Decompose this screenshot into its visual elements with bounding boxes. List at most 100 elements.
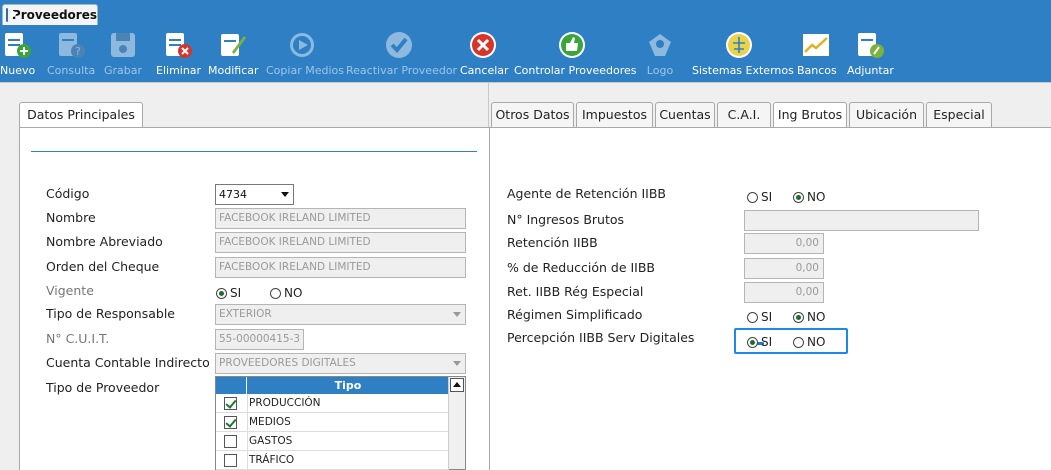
attach-icon xyxy=(858,33,884,58)
tab-impuestos[interactable]: Impuestos xyxy=(576,102,653,127)
row-label: PRODUCCIÓN xyxy=(249,397,321,409)
play-circle-icon xyxy=(290,33,314,57)
grabar-button[interactable]: Grabar xyxy=(104,27,142,82)
vigente-label: Vigente xyxy=(46,283,94,298)
radio-unselected-icon xyxy=(270,287,281,299)
checkbox-medios[interactable] xyxy=(224,416,237,429)
cuit-field[interactable]: 55-00000415-3 xyxy=(215,329,304,350)
table-row[interactable]: MEDIOS xyxy=(216,413,449,432)
table-row[interactable]: GASTOS xyxy=(216,432,449,451)
row-label: GASTOS xyxy=(249,435,293,447)
cuenta-contable-select[interactable]: PROVEEDORES DIGITALES xyxy=(215,353,466,374)
radio-selected-icon xyxy=(793,311,804,323)
codigo-select[interactable]: 4734 xyxy=(215,184,294,205)
checkbox-gastos[interactable] xyxy=(224,435,237,448)
tab-especial[interactable]: Especial xyxy=(926,102,992,127)
sistemas-externos-label: Sistemas Externos xyxy=(692,64,794,77)
agente-retencion-si-radio[interactable]: SI xyxy=(747,189,772,205)
percepcion-digitales-si-radio[interactable]: SI xyxy=(747,334,772,350)
grid-select-column-header xyxy=(216,377,247,394)
regimen-simplificado-si-radio[interactable]: SI xyxy=(747,309,772,325)
tab-cuentas[interactable]: Cuentas xyxy=(655,102,715,127)
sistemas-externos-button[interactable]: Sistemas Externos xyxy=(692,27,794,82)
cancelar-label: Cancelar xyxy=(460,64,509,77)
window-tab-proveedores[interactable]: Proveedores xyxy=(2,4,98,25)
checkbox-trafico[interactable] xyxy=(224,454,237,467)
logo-icon xyxy=(649,34,671,56)
bancos-button[interactable]: Bancos xyxy=(797,27,837,82)
right-panel: Otros Datos Impuestos Cuentas C.A.I. Ing… xyxy=(489,82,1051,470)
cell-divider xyxy=(247,432,248,451)
section-divider xyxy=(31,151,477,152)
ret-reg-especial-field[interactable]: 0,00 xyxy=(744,282,824,303)
agente-retencion-no-radio[interactable]: NO xyxy=(793,189,825,205)
cancel-circle-icon xyxy=(470,32,496,58)
percepcion-digitales-label: Percepción IIBB Serv Digitales xyxy=(507,330,695,345)
tab-ing-brutos[interactable]: Ing Brutos xyxy=(773,102,847,128)
modificar-button[interactable]: Modificar xyxy=(208,27,259,82)
orden-cheque-field[interactable]: FACEBOOK IRELAND LIMITED xyxy=(215,257,466,278)
nro-ingresos-brutos-field[interactable] xyxy=(744,210,979,231)
grid-column-tipo[interactable]: Tipo xyxy=(247,377,449,394)
tipo-proveedor-grid: Tipo PRODUCCIÓN MEDIOS GASTOS TRÁFICO xyxy=(215,376,466,470)
grid-header: Tipo xyxy=(216,377,449,394)
vigente-no-label: NO xyxy=(284,286,303,300)
logo-label: Logo xyxy=(646,64,674,77)
tipo-responsable-label: Tipo de Responsable xyxy=(46,306,175,321)
radio-selected-icon xyxy=(747,336,758,348)
nombre-label: Nombre xyxy=(46,210,96,225)
nuevo-button[interactable]: Nuevo xyxy=(0,27,35,82)
datos-principales-body: Código 4734 Nombre FACEBOOK IRELAND LIMI… xyxy=(19,127,489,470)
table-row[interactable]: PRODUCCIÓN xyxy=(216,394,449,413)
percepcion-digitales-no-radio[interactable]: NO xyxy=(793,334,825,350)
regimen-simplificado-label: Régimen Simplificado xyxy=(507,307,643,322)
row-label: MEDIOS xyxy=(249,416,291,428)
checkbox-produccion[interactable] xyxy=(224,397,237,410)
tab-ubicacion[interactable]: Ubicación xyxy=(849,102,924,127)
consulta-label: Consulta xyxy=(47,64,96,77)
ret-reg-especial-label: Ret. IIBB Rég Especial xyxy=(507,284,644,299)
reactivar-proveedor-button[interactable]: Reactivar Proveedor xyxy=(346,27,458,82)
logo-button[interactable]: Logo xyxy=(645,27,675,82)
vigente-si-label: SI xyxy=(230,286,242,300)
pct-reduccion-label: % de Reducción de IIBB xyxy=(507,260,656,275)
controlar-proveedores-button[interactable]: Controlar Proveedores xyxy=(514,27,637,82)
tipo-responsable-select[interactable]: EXTERIOR xyxy=(215,304,466,325)
pct-reduccion-field[interactable]: 0,00 xyxy=(744,258,824,279)
cuenta-contable-label: Cuenta Contable Indirecto xyxy=(46,355,210,370)
eliminar-button[interactable]: Eliminar xyxy=(156,27,201,82)
cuit-label: N° C.U.I.T. xyxy=(46,331,110,346)
scroll-up-arrow-icon[interactable] xyxy=(450,378,464,392)
svg-text:?: ? xyxy=(75,45,81,58)
doc-plus-icon xyxy=(5,33,31,58)
radio-unselected-icon xyxy=(747,191,758,203)
vigente-si-radio[interactable]: SI xyxy=(216,285,241,301)
retencion-field[interactable]: 0,00 xyxy=(744,233,824,254)
grid-scrollbar[interactable] xyxy=(448,377,465,469)
regimen-simplificado-no-radio[interactable]: NO xyxy=(793,309,825,325)
table-row[interactable]: TRÁFICO xyxy=(216,451,449,470)
orden-cheque-label: Orden del Cheque xyxy=(46,259,160,274)
consulta-button[interactable]: ? Consulta xyxy=(47,27,95,82)
nro-ingresos-brutos-label: N° Ingresos Brutos xyxy=(507,212,625,227)
check-circle-icon xyxy=(386,32,412,58)
vigente-no-radio[interactable]: NO xyxy=(270,285,302,301)
copiar-medios-label: Copiar Medios xyxy=(266,64,344,77)
toolbar: Nuevo ? Consulta Grabar Eliminar Modific… xyxy=(0,27,1051,82)
tab-cai[interactable]: C.A.I. xyxy=(717,102,771,127)
nombre-field[interactable]: FACEBOOK IRELAND LIMITED xyxy=(215,208,466,229)
reactivar-proveedor-label: Reactivar Proveedor xyxy=(346,64,458,77)
percepcion-digitales-si-label: SI xyxy=(761,335,773,349)
left-panel: Datos Principales Código 4734 Nombre FAC… xyxy=(0,82,489,470)
adjuntar-label: Adjuntar xyxy=(847,64,894,77)
copiar-medios-button[interactable]: Copiar Medios xyxy=(266,27,344,82)
tab-otros-datos[interactable]: Otros Datos xyxy=(491,102,574,127)
nombre-abreviado-label: Nombre Abreviado xyxy=(46,234,163,249)
title-bar: Proveedores xyxy=(0,0,1051,27)
cancelar-button[interactable]: Cancelar xyxy=(460,27,509,82)
tipo-proveedor-label: Tipo de Proveedor xyxy=(46,380,160,395)
tab-datos-principales[interactable]: Datos Principales xyxy=(19,102,143,128)
app-logo-icon xyxy=(6,8,16,22)
adjuntar-button[interactable]: Adjuntar xyxy=(847,27,894,82)
nombre-abreviado-field[interactable]: FACEBOOK IRELAND LIMITED xyxy=(215,232,466,253)
